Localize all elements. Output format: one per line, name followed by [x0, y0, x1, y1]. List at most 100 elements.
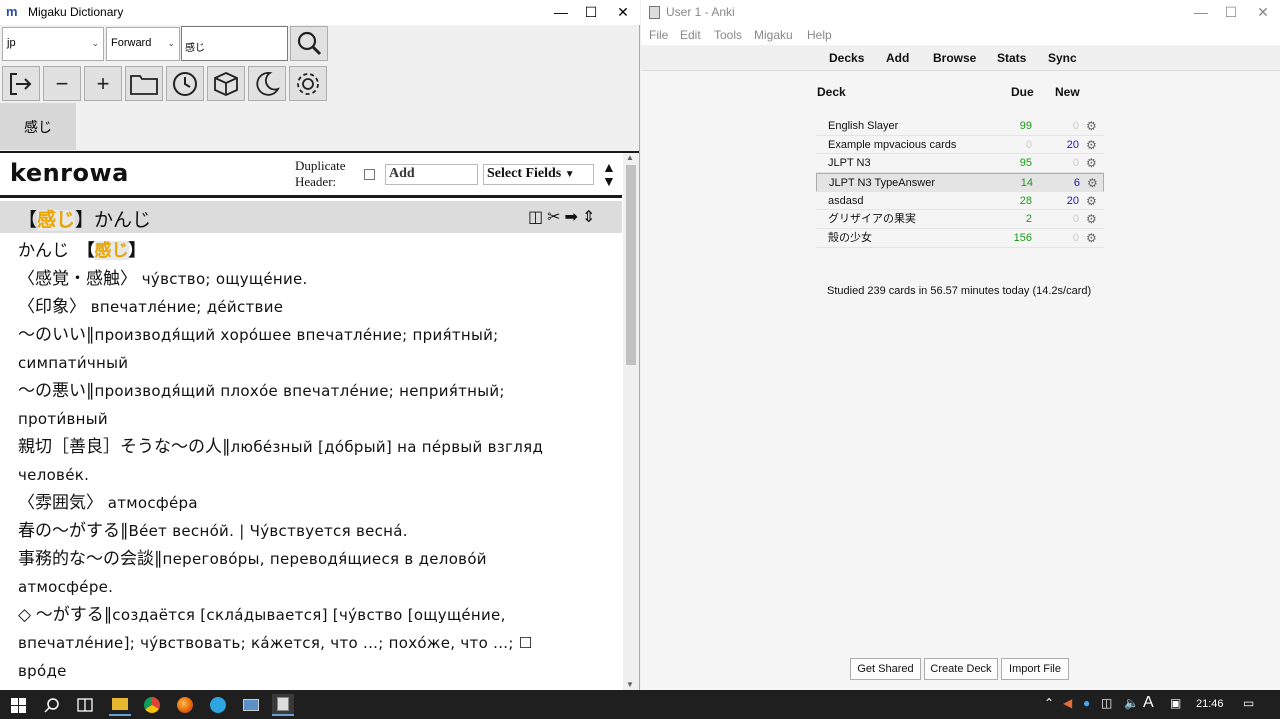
deck-new: 0	[1072, 120, 1079, 132]
language-indicator[interactable]: A	[1143, 694, 1154, 712]
entry-jp: ◇ ～がする∥	[18, 605, 113, 624]
minimize-button[interactable]: —	[1186, 0, 1216, 25]
select-fields-dropdown[interactable]: Select Fields ▼	[483, 164, 594, 185]
deck-row-selected[interactable]: JLPT N3 TypeAnswer 14 6 ⚙	[816, 173, 1104, 192]
scrollbar-thumb[interactable]	[626, 165, 636, 365]
scroll-down-icon[interactable]: ▼	[626, 680, 634, 689]
menu-tools[interactable]: Tools	[714, 28, 742, 42]
deck-name[interactable]: グリザイアの果実	[828, 210, 916, 228]
history-button[interactable]	[166, 66, 204, 101]
dark-mode-button[interactable]	[248, 66, 286, 101]
notifications-icon[interactable]: ▭	[1243, 696, 1254, 710]
deck-name[interactable]: 殻の少女	[828, 229, 872, 247]
deck-row[interactable]: Example mpvacious cards 0 20 ⚙	[816, 136, 1104, 155]
tray-display-icon[interactable]: ◫	[1101, 696, 1112, 710]
deck-name[interactable]: asdasd	[828, 192, 863, 210]
maximize-button[interactable]: ☐	[1216, 0, 1246, 25]
deck-name[interactable]: English Slayer	[828, 117, 898, 135]
volume-icon[interactable]: 🔈	[1124, 696, 1139, 710]
tray-app-icon[interactable]: ◀	[1063, 696, 1072, 710]
deck-row[interactable]: JLPT N3 95 0 ⚙	[816, 154, 1104, 174]
toolbar-decks[interactable]: Decks	[829, 51, 864, 65]
gear-icon[interactable]: ⚙	[1086, 136, 1097, 154]
send-to-card-icon[interactable]: ◫	[528, 209, 547, 226]
entry-line-4: ～の悪い∥производя́щий плохо́е впечатле́ние;…	[18, 377, 578, 433]
direction-select[interactable]: Forward ⌄	[106, 27, 180, 61]
task-view-icon[interactable]	[74, 694, 96, 716]
close-button[interactable]: ✕	[608, 0, 638, 25]
snipping-icon[interactable]: ▣	[1170, 696, 1181, 710]
scroll-up-icon[interactable]: ▲	[626, 153, 634, 162]
anki-toolbar: Decks Add Browse Stats Sync	[641, 45, 1280, 71]
gear-icon[interactable]: ⚙	[1087, 174, 1098, 192]
menu-help[interactable]: Help	[807, 28, 832, 42]
exit-button[interactable]	[2, 66, 40, 101]
toolbar-sync[interactable]: Sync	[1048, 51, 1077, 65]
chrome-icon[interactable]	[141, 694, 163, 716]
entry-jp: ～の悪い∥	[18, 381, 95, 400]
entry-jp: かんじ	[18, 241, 86, 260]
toolbar-add[interactable]: Add	[886, 51, 909, 65]
telegram-icon[interactable]	[207, 694, 229, 716]
tray-network-app-icon[interactable]: ●	[1083, 696, 1090, 710]
add-field[interactable]: Add	[385, 164, 478, 185]
gear-icon[interactable]: ⚙	[1086, 154, 1097, 172]
zoom-out-button[interactable]: −	[43, 66, 81, 101]
entry-line-2: 〈印象〉 впечатле́ние; де́йствие	[18, 293, 578, 321]
deck-row[interactable]: asdasd 28 20 ⚙	[816, 192, 1104, 211]
deck-list: English Slayer 99 0 ⚙ Example mpvacious car…	[816, 117, 1104, 248]
deck-row[interactable]: English Slayer 99 0 ⚙	[816, 117, 1104, 136]
toolbar-browse[interactable]: Browse	[933, 51, 976, 65]
import-file-button[interactable]: Import File	[1001, 658, 1069, 680]
entry-line-0: かんじ 【感じ】	[18, 241, 146, 260]
deck-name[interactable]: JLPT N3	[828, 154, 871, 172]
column-deck: Deck	[817, 85, 846, 99]
deck-row[interactable]: 殻の少女 156 0 ⚙	[816, 229, 1104, 248]
deck-name[interactable]: Example mpvacious cards	[828, 136, 956, 154]
column-new: New	[1055, 85, 1080, 99]
sort-arrows[interactable]: ▲ ▼	[602, 160, 616, 188]
tray-chevron-icon[interactable]: ⌃	[1044, 696, 1054, 710]
entry-line-9: ◇ ～がする∥создаётся [скла́дывается] [чу́вст…	[18, 601, 578, 685]
gear-icon[interactable]: ⚙	[1086, 210, 1097, 228]
gear-icon[interactable]: ⚙	[1086, 192, 1097, 210]
close-button[interactable]: ✕	[1248, 0, 1278, 25]
migaku-app-icon: m	[6, 4, 18, 19]
anki-menubar: File Edit Tools Migaku Help	[641, 25, 1280, 45]
gear-icon[interactable]: ⚙	[1086, 117, 1097, 135]
maximize-button[interactable]: ☐	[576, 0, 606, 25]
firefox-icon[interactable]	[174, 694, 196, 716]
windows-start-icon[interactable]	[7, 694, 29, 716]
history-tab[interactable]: 感じ	[0, 103, 76, 150]
headword: kenrowa	[10, 159, 129, 187]
deck-name[interactable]: JLPT N3 TypeAnswer	[829, 174, 935, 192]
cube-button[interactable]	[207, 66, 245, 101]
minus-icon: −	[55, 70, 69, 96]
folder-button[interactable]	[125, 66, 163, 101]
clock[interactable]: 21:46	[1196, 698, 1224, 710]
migaku-taskbar-icon[interactable]	[272, 694, 294, 716]
reorder-icon[interactable]: ⇕	[582, 209, 599, 226]
toolbar-stats[interactable]: Stats	[997, 51, 1026, 65]
vertical-scrollbar[interactable]: ▲ ▼	[623, 153, 639, 690]
search-icon[interactable]	[41, 694, 63, 716]
deck-row[interactable]: グリザイアの果実 2 0 ⚙	[816, 210, 1104, 230]
search-input[interactable]: 感じ	[181, 26, 288, 61]
get-shared-button[interactable]: Get Shared	[850, 658, 921, 680]
zoom-in-button[interactable]: +	[84, 66, 122, 101]
file-explorer-icon[interactable]	[109, 694, 131, 716]
duplicate-header-checkbox[interactable]	[364, 169, 375, 180]
menu-edit[interactable]: Edit	[680, 28, 701, 42]
deck-due: 2	[1025, 213, 1032, 226]
arrow-right-icon[interactable]: ➡	[565, 209, 582, 226]
search-button[interactable]	[290, 26, 328, 61]
scissors-icon[interactable]: ✂	[547, 209, 564, 226]
menu-migaku[interactable]: Migaku	[754, 28, 793, 42]
remote-desktop-icon[interactable]	[240, 694, 262, 716]
settings-button[interactable]	[289, 66, 327, 101]
menu-file[interactable]: File	[649, 28, 668, 42]
minimize-button[interactable]: —	[546, 0, 576, 25]
create-deck-button[interactable]: Create Deck	[924, 658, 998, 680]
language-select[interactable]: jp ⌄	[2, 27, 104, 61]
gear-icon[interactable]: ⚙	[1086, 229, 1097, 247]
